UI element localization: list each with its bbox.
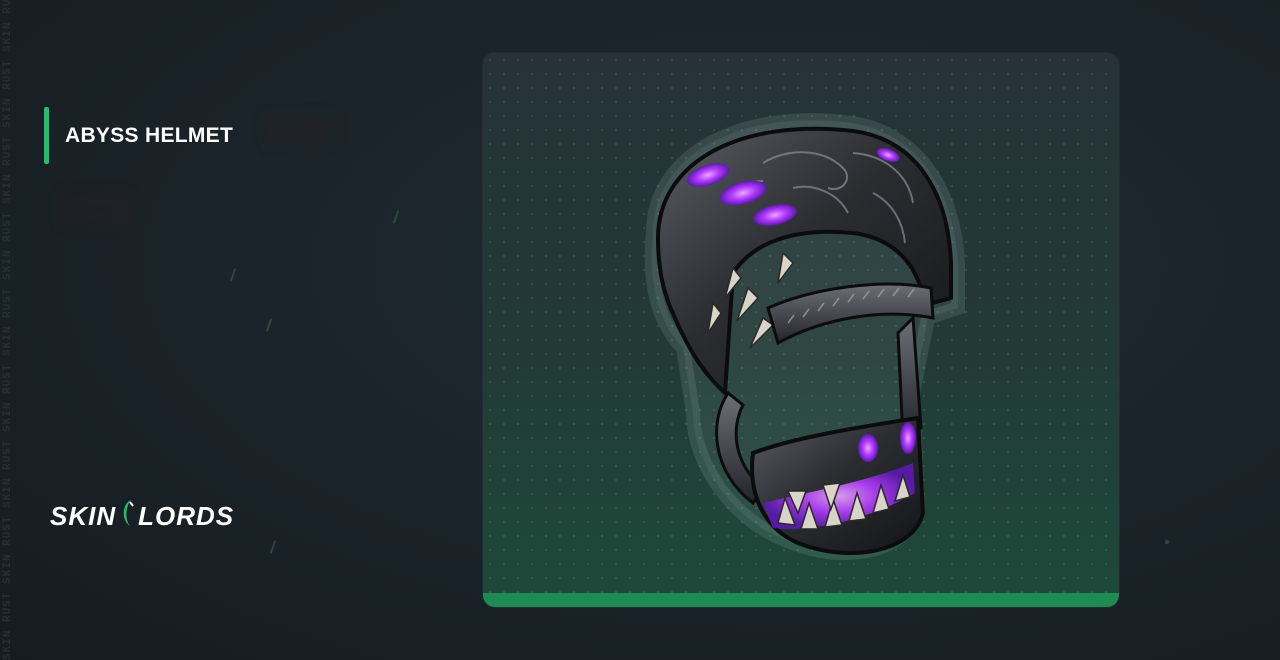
item-title: ABYSS HELMET bbox=[65, 123, 234, 147]
item-preview-card bbox=[483, 53, 1119, 607]
brand-logo-part2: LORDS bbox=[138, 501, 235, 531]
brand-logo-part1: SKIN bbox=[50, 501, 117, 531]
helmet-image bbox=[644, 113, 965, 560]
vertical-watermark: SKIN RUST SKIN RUST SKIN RUST SKIN RUST … bbox=[2, 0, 18, 660]
title-accent-bar bbox=[44, 107, 49, 164]
blurred-background-shape bbox=[60, 192, 130, 226]
spark-decoration bbox=[265, 318, 273, 332]
blurred-background-shape bbox=[265, 115, 335, 145]
spark-decoration bbox=[229, 268, 237, 282]
spark-decoration bbox=[392, 210, 400, 224]
spark-decoration bbox=[269, 540, 277, 554]
brand-logo: SKIN LORDS bbox=[50, 498, 234, 535]
spark-decoration bbox=[1164, 539, 1170, 545]
item-title-block: ABYSS HELMET bbox=[44, 107, 233, 164]
watermark-text: SKIN RUST SKIN RUST SKIN RUST SKIN RUST … bbox=[2, 0, 14, 660]
card-bottom-accent-bar bbox=[483, 593, 1119, 607]
crescent-icon bbox=[118, 498, 136, 535]
